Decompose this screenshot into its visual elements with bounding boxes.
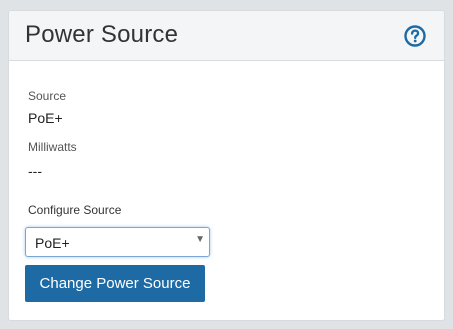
select-value: PoE+ <box>35 235 70 251</box>
source-value: PoE+ <box>28 110 63 126</box>
source-label: Source <box>28 89 67 103</box>
configure-source-select[interactable]: PoE+ ▼ <box>25 227 210 257</box>
panel-title: Power Source <box>25 21 179 48</box>
panel-header: Power Source <box>9 11 444 61</box>
configure-source-label: Configure Source <box>28 203 122 217</box>
milliwatts-value: --- <box>28 163 42 179</box>
help-icon[interactable] <box>404 25 426 47</box>
power-source-panel: Power Source Source PoE+ Milliwatts --- … <box>8 10 445 321</box>
caret-down-icon: ▼ <box>195 234 205 245</box>
milliwatts-label: Milliwatts <box>28 140 77 154</box>
change-power-source-button[interactable]: Change Power Source <box>25 265 205 302</box>
